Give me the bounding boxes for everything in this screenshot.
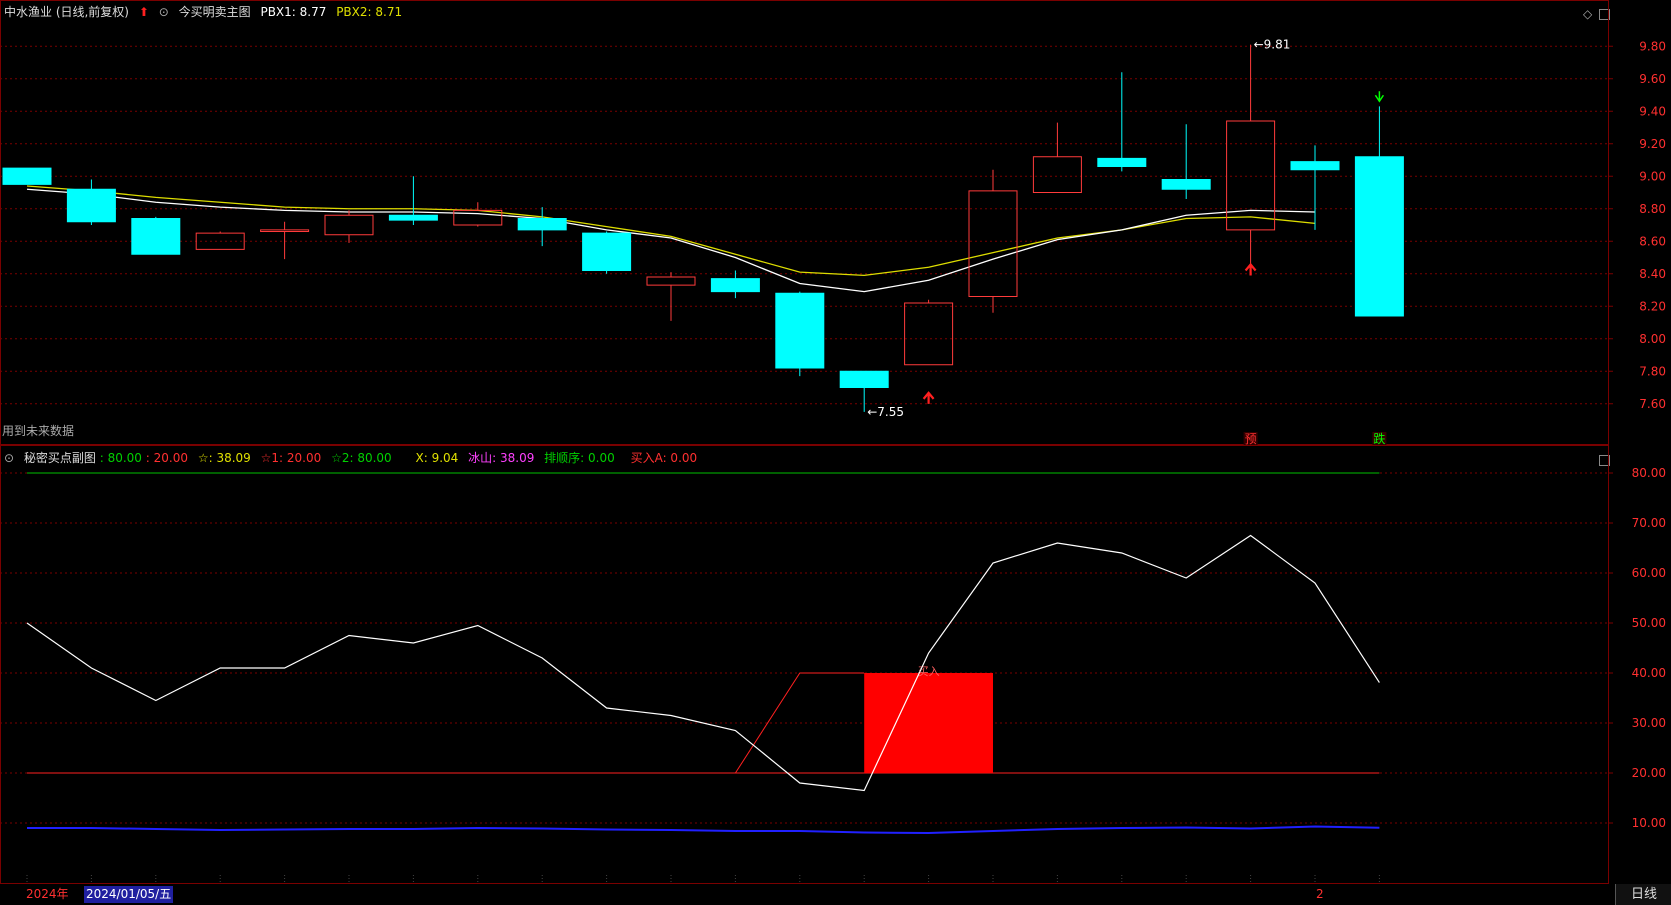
y-tick-label: 30.00 xyxy=(1632,716,1666,730)
baseline-line xyxy=(27,825,1380,835)
candle-body xyxy=(839,370,889,388)
y-tick-label: 20.00 xyxy=(1632,766,1666,780)
buy-zone-label: 买入 xyxy=(918,665,940,678)
signal-label: 跌 xyxy=(1373,431,1385,445)
candle-body xyxy=(517,218,567,231)
month-mark-label: 2 xyxy=(1316,887,1324,901)
time-axis-bar xyxy=(0,884,1671,905)
candle-body xyxy=(904,302,954,366)
cursor-date-label: 2024/01/05/五 xyxy=(84,886,174,903)
candle-body xyxy=(324,214,374,236)
y-tick-label: 70.00 xyxy=(1632,516,1666,530)
main-candle-chart[interactable]: 9.80 9.60 9.40 9.20 9.00 8.80 8.60 8.40 8.20 8.00… xyxy=(0,0,1671,445)
buy-zone-block xyxy=(864,673,993,773)
future-data-note: 用到未来数据 xyxy=(2,424,75,438)
buy-arrow-icon xyxy=(922,391,935,404)
y-tick-label: 40.00 xyxy=(1632,666,1666,680)
y-tick-label: 60.00 xyxy=(1632,566,1666,580)
candle-body xyxy=(2,167,52,185)
candle-body xyxy=(260,229,310,232)
y-tick-label: 80.00 xyxy=(1632,466,1666,480)
sub-indicator-chart[interactable]: 80.00 70.00 60.00 50.00 40.00 30.00 20.00 10.00… xyxy=(0,445,1671,885)
candle-body xyxy=(710,278,760,293)
y-tick-label: 8.00 xyxy=(1639,332,1666,346)
price-annotation: ←9.81 xyxy=(1254,38,1291,52)
sell-arrow-icon xyxy=(1374,91,1385,103)
candle-body xyxy=(388,214,438,221)
candle-body xyxy=(1097,157,1147,167)
candle-body xyxy=(66,188,116,223)
y-tick-label: 7.60 xyxy=(1639,397,1666,411)
y-tick-label: 8.20 xyxy=(1639,299,1666,313)
y-tick-label: 9.40 xyxy=(1639,104,1666,118)
candle-body xyxy=(775,292,825,369)
year-label: 2024年 xyxy=(26,887,69,901)
period-tab-daily[interactable]: 日线 xyxy=(1615,884,1671,905)
buy-arrow-icon xyxy=(1244,262,1257,276)
candle-body xyxy=(1161,179,1211,190)
y-tick-label: 9.60 xyxy=(1639,72,1666,86)
candle-body xyxy=(1032,156,1082,193)
candle-body xyxy=(968,190,1018,297)
y-tick-label: 9.80 xyxy=(1639,39,1666,53)
y-tick-label: 7.80 xyxy=(1639,364,1666,378)
y-tick-label: 8.60 xyxy=(1639,234,1666,248)
candle-body xyxy=(1226,120,1276,231)
y-tick-label: 8.40 xyxy=(1639,267,1666,281)
price-annotation: ←7.55 xyxy=(867,405,904,419)
ma-yellow-line xyxy=(26,185,1316,277)
candle-body xyxy=(1290,161,1340,171)
y-tick-label: 8.80 xyxy=(1639,202,1666,216)
ramp-line xyxy=(734,672,865,774)
y-tick-label: 10.00 xyxy=(1632,816,1666,830)
y-tick-label: 50.00 xyxy=(1632,616,1666,630)
candle-body xyxy=(1354,156,1404,317)
y-tick-label: 9.00 xyxy=(1639,169,1666,183)
oscillator-line xyxy=(26,534,1380,792)
signal-label: 预 xyxy=(1245,432,1257,445)
candle-body xyxy=(646,276,696,286)
y-tick-label: 9.20 xyxy=(1639,137,1666,151)
candle-body xyxy=(582,232,632,271)
candle-body xyxy=(131,218,181,255)
